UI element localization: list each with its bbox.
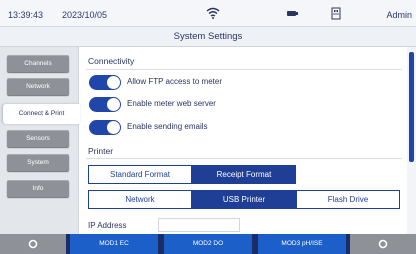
ip-address-label: IP Address	[88, 221, 127, 230]
sidebar: Channels Network Connect & Print Sensors…	[0, 47, 80, 234]
sidebar-item-sensors[interactable]: Sensors	[7, 130, 69, 147]
toggle-knob	[107, 98, 120, 111]
screen: 13:39:43 2023/10/05 Admin System Setting…	[0, 0, 416, 254]
divider	[86, 69, 402, 70]
connectivity-heading: Connectivity	[88, 56, 135, 66]
output-network-option[interactable]: Network	[88, 190, 192, 209]
receipt-format-option[interactable]: Receipt Format	[192, 165, 296, 184]
ftp-access-label: Allow FTP access to meter	[127, 77, 222, 86]
wifi-icon	[206, 7, 220, 19]
scrollbar-thumb[interactable]	[409, 52, 414, 162]
page-title: System Settings	[0, 27, 416, 47]
sidebar-item-channels[interactable]: Channels	[7, 55, 69, 72]
usb-icon	[331, 7, 341, 20]
ip-address-field[interactable]	[158, 218, 240, 232]
divider	[86, 158, 402, 159]
clock-time: 13:39:43	[8, 10, 44, 20]
ftp-access-toggle[interactable]	[89, 75, 121, 90]
refresh-right-button[interactable]	[350, 234, 416, 254]
toggle-knob	[107, 121, 120, 134]
printer-heading: Printer	[88, 146, 114, 156]
channel-button-mod2[interactable]: MOD2 DO	[164, 234, 252, 254]
refresh-icon	[378, 239, 388, 249]
channel-button-mod1[interactable]: MOD1 EC	[70, 234, 158, 254]
output-flash-drive-option[interactable]: Flash Drive	[296, 190, 400, 209]
user-name[interactable]: Admin	[386, 10, 412, 20]
web-server-label: Enable meter web server	[127, 99, 216, 108]
settings-panel: Connectivity Allow FTP access to meter E…	[78, 47, 407, 234]
clock-date: 2023/10/05	[62, 10, 108, 20]
send-emails-toggle[interactable]	[89, 120, 121, 135]
sidebar-item-connect-print[interactable]: Connect & Print	[3, 104, 80, 124]
sidebar-item-network[interactable]: Network	[7, 78, 69, 95]
battery-icon	[287, 11, 298, 16]
channel-button-mod3[interactable]: MOD3 pH/ISE	[258, 234, 346, 254]
standard-format-option[interactable]: Standard Format	[88, 165, 192, 184]
send-emails-label: Enable sending emails	[127, 122, 208, 131]
sidebar-item-info[interactable]: Info	[7, 180, 69, 197]
web-server-toggle[interactable]	[89, 97, 121, 112]
sidebar-item-system[interactable]: System	[7, 154, 69, 171]
status-bar: 13:39:43 2023/10/05 Admin	[0, 0, 416, 27]
toggle-knob	[107, 76, 120, 89]
refresh-left-button[interactable]	[0, 234, 66, 254]
output-usb-printer-option[interactable]: USB Printer	[192, 190, 296, 209]
refresh-icon	[28, 239, 38, 249]
